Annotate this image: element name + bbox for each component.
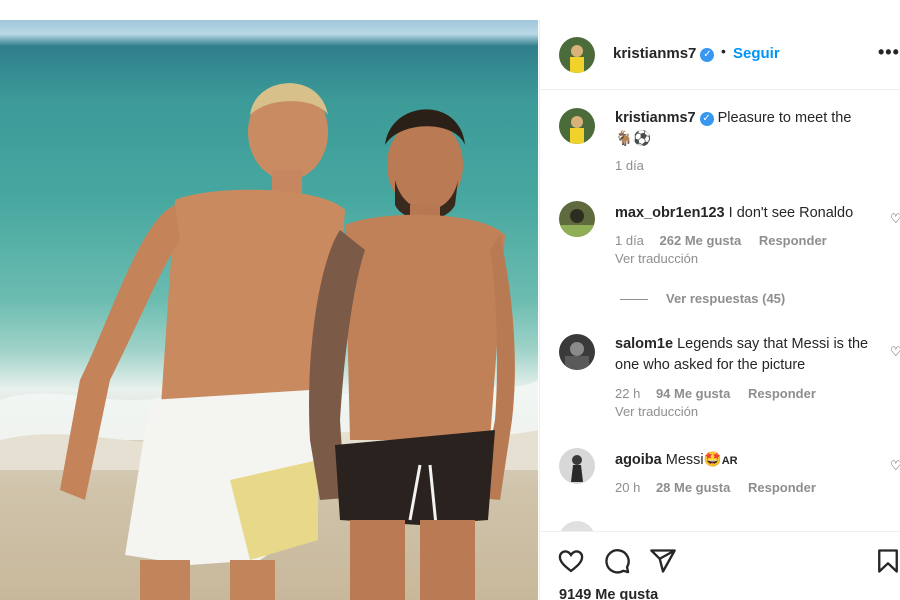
heart-icon[interactable]: [557, 547, 585, 575]
view-replies-link[interactable]: Ver respuestas (45): [620, 291, 785, 306]
post-photo[interactable]: [0, 20, 538, 600]
author-username[interactable]: kristianms7 ✓: [613, 45, 715, 62]
replies-divider-line: [620, 299, 648, 301]
comment-body: Messi🤩: [665, 452, 722, 468]
see-translation-link[interactable]: Ver traducción: [615, 404, 698, 419]
verified-badge-icon: ✓: [699, 112, 714, 126]
comment-time: 1 día: [615, 233, 644, 248]
comment-username[interactable]: max_obr1en123: [615, 205, 725, 221]
flag-code: AR: [721, 455, 738, 467]
see-translation-link[interactable]: Ver traducción: [615, 251, 698, 266]
comments-list[interactable]: kristianms7 ✓ Pleasure to meet the 🐐⚽ 1 d…: [540, 91, 900, 531]
comment-avatar[interactable]: [559, 334, 595, 370]
post-actions-bar: 9149 Me gusta: [540, 531, 900, 600]
comment-meta: 20 h 28 Me gusta Responder: [615, 480, 816, 495]
comment-meta: 1 día 262 Me gusta Responder: [615, 233, 827, 248]
comment-text: agoiba Messi🤩AR: [615, 450, 885, 472]
comment-text: salom1e Legends say that Messi is the on…: [615, 334, 885, 376]
comment-time: 20 h: [615, 480, 641, 495]
share-icon[interactable]: [649, 547, 677, 575]
caption-username[interactable]: kristianms7: [615, 110, 696, 126]
comment-likes[interactable]: 262 Me gusta: [660, 233, 742, 248]
comment-likes[interactable]: 94 Me gusta: [656, 386, 730, 401]
person-right: [309, 109, 515, 600]
more-options-icon[interactable]: •••: [878, 42, 900, 63]
comment-avatar[interactable]: [559, 201, 595, 237]
author-avatar[interactable]: [559, 37, 595, 73]
bookmark-icon[interactable]: [874, 547, 900, 575]
comment-username[interactable]: agoiba: [615, 452, 662, 468]
comment-likes[interactable]: 28 Me gusta: [656, 480, 730, 495]
post-side-panel: kristianms7 ✓ • Seguir ••• kristianms7 ✓ P…: [539, 20, 900, 600]
caption-emojis: 🐐⚽: [615, 131, 652, 147]
header-separator: •: [721, 43, 726, 59]
comment-icon[interactable]: [603, 547, 631, 575]
comment-like-heart-icon[interactable]: ♡: [890, 458, 900, 474]
caption-text: kristianms7 ✓ Pleasure to meet the 🐐⚽: [615, 108, 885, 150]
beach-photo-illustration: [0, 83, 538, 600]
reply-button[interactable]: Responder: [748, 386, 816, 401]
comment-meta: 22 h 94 Me gusta Responder: [615, 386, 816, 401]
post-likes-count[interactable]: 9149 Me gusta: [559, 587, 658, 600]
comment-like-heart-icon[interactable]: ♡: [890, 211, 900, 227]
follow-button[interactable]: Seguir: [733, 45, 780, 62]
comment-text: max_obr1en123 I don't see Ronaldo: [615, 203, 885, 224]
reply-button[interactable]: Responder: [759, 233, 827, 248]
verified-badge-icon: ✓: [700, 48, 715, 62]
person-left: [60, 83, 345, 600]
caption-avatar[interactable]: [559, 108, 595, 144]
comment-username[interactable]: salom1e: [615, 336, 673, 352]
comment-avatar[interactable]: [559, 448, 595, 484]
comment-time: 22 h: [615, 386, 641, 401]
comment-like-heart-icon[interactable]: ♡: [890, 344, 900, 360]
post-header: kristianms7 ✓ • Seguir •••: [540, 20, 900, 90]
comment-body: I don't see Ronaldo: [728, 205, 854, 221]
caption-time: 1 día: [615, 158, 644, 173]
top-strip: [0, 0, 900, 20]
reply-button[interactable]: Responder: [748, 480, 816, 495]
caption-body: Pleasure to meet the: [717, 110, 852, 126]
comment-avatar[interactable]: [559, 521, 595, 531]
